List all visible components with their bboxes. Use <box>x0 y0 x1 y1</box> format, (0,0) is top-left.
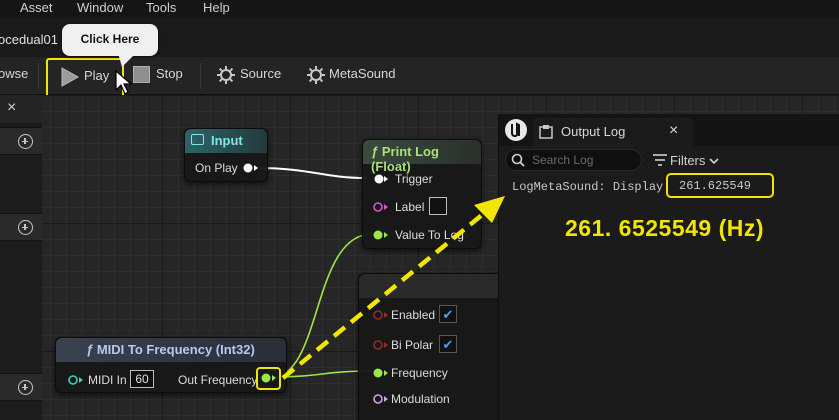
menu-bar: Asset Window Tools Help <box>0 0 839 17</box>
source-button[interactable]: Source <box>214 63 294 89</box>
gear-icon <box>307 66 325 84</box>
source-label: Source <box>240 66 282 81</box>
output-log-tab[interactable]: Output Log × <box>533 118 693 146</box>
midi-in-field[interactable]: 60 <box>130 370 154 388</box>
toolbar-divider <box>38 63 39 89</box>
log-value: 261.625549 <box>679 179 752 193</box>
output-log-tabbar: Output Log × <box>499 114 839 146</box>
input-node-header: Input <box>185 129 267 153</box>
log-value-highlight: 261.625549 <box>666 173 774 198</box>
print-log-node[interactable]: ƒ Print Log (Float) Trigger Label Value … <box>362 139 482 249</box>
exec-pin-out[interactable] <box>243 162 259 174</box>
float-pin-out <box>261 373 276 383</box>
filters-label: Filters <box>670 153 706 168</box>
trigger-label: Trigger <box>395 172 433 186</box>
log-line-prefix: LogMetaSound: Display: <box>512 180 671 194</box>
play-icon <box>61 67 80 87</box>
section-row-inputs <box>0 127 42 155</box>
add-variable-icon[interactable] <box>18 380 33 395</box>
close-icon[interactable]: × <box>7 99 16 117</box>
label-checkbox[interactable] <box>429 197 447 215</box>
toolbar-divider <box>200 63 201 89</box>
frequency-label: Frequency <box>391 366 448 380</box>
section-row-outputs <box>0 213 42 241</box>
menu-window[interactable]: Window <box>77 0 123 15</box>
modulation-label: Modulation <box>391 392 450 406</box>
print-log-title: Print Log (Float) <box>371 144 439 174</box>
midi-in-label: MIDI In <box>88 373 127 387</box>
frequency-annotation: 261. 6525549 (Hz) <box>565 215 765 241</box>
click-here-tooltip: Click Here <box>62 24 158 56</box>
add-input-icon[interactable] <box>18 134 33 149</box>
value-to-log-label: Value To Log <box>395 228 464 242</box>
unreal-logo-icon <box>505 119 527 141</box>
label-pin-label: Label <box>395 200 425 214</box>
function-icon: ƒ <box>86 342 97 357</box>
input-node-title: Input <box>211 133 243 148</box>
add-output-icon[interactable] <box>18 220 33 235</box>
menu-tools[interactable]: Tools <box>146 0 176 15</box>
members-panel-header: × <box>0 95 42 123</box>
oscillator-node[interactable]: Enabled ✔ Bi Polar ✔ Frequency Modulatio… <box>358 273 508 420</box>
bipolar-checkbox[interactable]: ✔ <box>439 335 457 353</box>
log-icon <box>539 125 553 139</box>
bipolar-label: Bi Polar <box>391 338 434 352</box>
midi-node-title: MIDI To Frequency (Int32) <box>96 342 255 357</box>
on-play-label: On Play <box>195 161 238 175</box>
enabled-label: Enabled <box>391 308 436 322</box>
input-node[interactable]: Input On Play <box>184 128 268 182</box>
midi-node-header: ƒ MIDI To Frequency (Int32) <box>56 338 286 362</box>
print-log-header: ƒ Print Log (Float) <box>363 140 481 174</box>
input-icon <box>191 134 204 145</box>
exec-pin-in[interactable] <box>371 173 389 185</box>
int-pin-in[interactable] <box>66 374 84 386</box>
metasound-label: MetaSound <box>329 66 396 81</box>
metasound-button[interactable]: MetaSound <box>304 63 404 89</box>
float-pin-in[interactable] <box>371 367 389 379</box>
mouse-cursor-icon <box>115 70 133 95</box>
search-log-input[interactable]: Search Log <box>505 149 642 171</box>
members-panel: × <box>0 95 42 420</box>
search-log-placeholder: Search Log <box>532 153 594 167</box>
bool-pin-in[interactable] <box>371 339 389 351</box>
search-icon <box>511 153 525 167</box>
play-label: Play <box>84 68 110 83</box>
section-row-variables <box>0 373 42 401</box>
filter-icon <box>653 154 667 166</box>
enabled-checkbox[interactable]: ✔ <box>439 305 457 323</box>
out-frequency-pin-highlight[interactable] <box>256 367 281 390</box>
document-tab[interactable]: ocedual01 <box>0 29 58 57</box>
float-pin-in[interactable] <box>371 393 389 405</box>
menu-asset[interactable]: Asset <box>20 0 53 15</box>
float-pin-in[interactable] <box>371 229 389 241</box>
close-icon[interactable]: × <box>669 122 678 140</box>
filters-button[interactable]: Filters <box>651 151 731 171</box>
browse-button[interactable]: owse <box>0 66 28 81</box>
gear-icon <box>217 66 235 84</box>
function-icon: ƒ <box>371 144 379 159</box>
oscillator-header <box>359 274 507 298</box>
out-frequency-label: Out Frequency <box>178 373 258 387</box>
output-log-title: Output Log <box>561 124 626 139</box>
midi-to-frequency-node[interactable]: ƒ MIDI To Frequency (Int32) MIDI In 60 O… <box>55 337 287 393</box>
chevron-down-icon <box>709 158 719 165</box>
stop-label: Stop <box>156 66 183 81</box>
string-pin-in[interactable] <box>371 201 389 213</box>
bool-pin-in[interactable] <box>371 309 389 321</box>
output-log-panel: Output Log × Search Log Filters LogMetaS… <box>498 114 839 420</box>
menu-help[interactable]: Help <box>203 0 230 15</box>
